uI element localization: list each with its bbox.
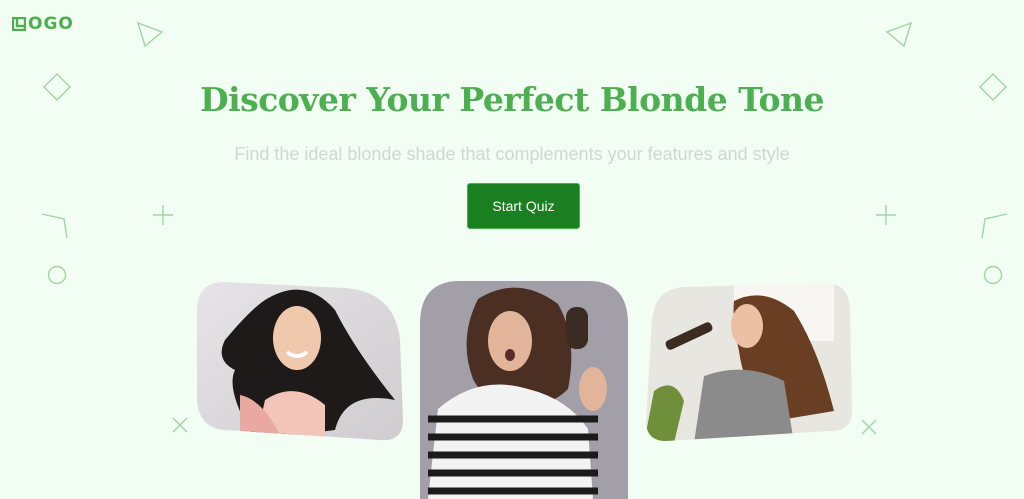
x-decoration-icon bbox=[861, 419, 877, 435]
start-quiz-button[interactable]: Start Quiz bbox=[467, 183, 580, 229]
corner-decoration-icon bbox=[41, 213, 68, 239]
smiling-woman-photo bbox=[195, 280, 407, 445]
brushing-hair-woman-photo bbox=[644, 281, 854, 443]
logo[interactable]: OGO bbox=[12, 14, 74, 34]
frustrated-woman-photo bbox=[418, 279, 630, 499]
corner-decoration-icon bbox=[981, 213, 1008, 239]
triangle-decoration-icon bbox=[885, 21, 913, 48]
plus-decoration-icon bbox=[153, 205, 173, 225]
circle-decoration-icon bbox=[47, 265, 67, 285]
triangle-decoration-icon bbox=[136, 21, 164, 48]
logo-text: OGO bbox=[28, 14, 74, 34]
plus-decoration-icon bbox=[876, 205, 896, 225]
x-decoration-icon bbox=[172, 417, 188, 433]
logo-mark-icon bbox=[12, 17, 26, 31]
page-subtitle: Find the ideal blonde shade that complem… bbox=[234, 144, 790, 164]
circle-decoration-icon bbox=[983, 265, 1003, 285]
page-title: Discover Your Perfect Blonde Tone bbox=[199, 80, 825, 119]
